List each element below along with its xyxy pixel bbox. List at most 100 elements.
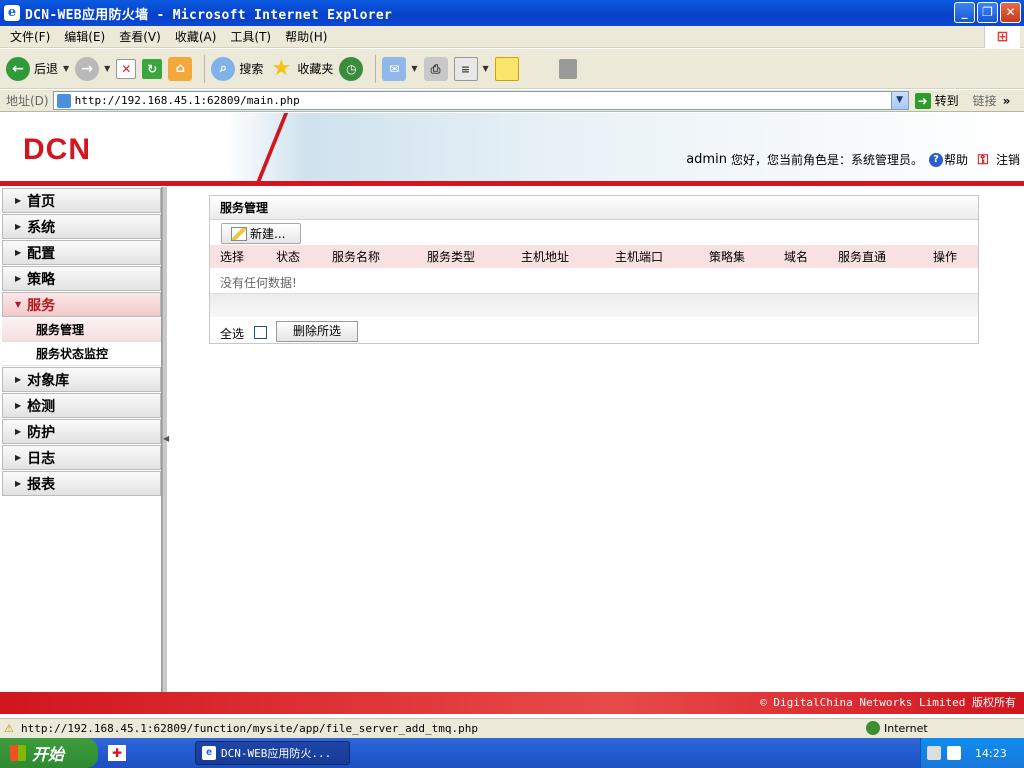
header-swoosh	[197, 113, 297, 181]
close-button[interactable]: ✕	[1000, 2, 1021, 23]
table-header: 选择 状态 服务名称 服务类型 主机地址 主机端口 策略集 域名 服务直通 操作	[210, 245, 978, 268]
forward-dropdown-icon[interactable]: ▼	[104, 64, 110, 73]
help-link[interactable]: 帮助	[944, 151, 968, 168]
windows-logo-icon: ⊞	[984, 26, 1020, 48]
links-label[interactable]: 链接	[973, 92, 997, 109]
taskbar-ie-window[interactable]: e DCN-WEB应用防火...	[195, 741, 350, 765]
forward-arrow-icon: →	[75, 56, 100, 81]
column-header: 状态	[276, 250, 301, 264]
sidebar-item-policy[interactable]: ▶ 策略	[2, 266, 161, 291]
help-icon[interactable]: ?	[928, 152, 943, 167]
zone-label: Internet	[884, 721, 928, 735]
toolbar: ← 后退 ▼ → ▼ ✕ ↻ ⌂ ⌕ 搜索 ★ 收藏夹 ◷ ✉ ▼ ⎙ ≡ ▼	[0, 49, 1024, 89]
quicklaunch-dcn-icon[interactable]: ✚	[108, 745, 126, 761]
select-all-label: 全选	[220, 327, 245, 341]
stop-icon: ✕	[116, 58, 137, 79]
stop-button[interactable]: ✕	[116, 58, 137, 79]
delete-selected-button[interactable]: 删除所选	[276, 321, 358, 342]
tray-dcn-icon[interactable]	[947, 746, 961, 760]
home-button[interactable]: ⌂	[168, 56, 193, 81]
mail-button[interactable]: ✉ ▼	[382, 56, 418, 81]
print-button[interactable]: ⎙	[423, 56, 448, 81]
menu-edit[interactable]: 编辑(E)	[57, 28, 112, 45]
menu-view[interactable]: 查看(V)	[112, 28, 168, 45]
sidebar-item-config[interactable]: ▶ 配置	[2, 240, 161, 265]
page-icon	[56, 93, 71, 108]
menu-bar: 文件(F) 编辑(E) 查看(V) 收藏(A) 工具(T) 帮助(H) ⊞	[0, 26, 1024, 48]
sidebar-item-log[interactable]: ▶ 日志	[2, 445, 161, 470]
forward-button[interactable]: → ▼	[75, 56, 110, 81]
windows-flag-icon	[10, 745, 26, 761]
network-icon[interactable]	[927, 746, 941, 760]
sidebar-item-detection[interactable]: ▶ 检测	[2, 393, 161, 418]
go-arrow-icon: ➜	[914, 92, 931, 109]
column-header: 策略集	[709, 250, 746, 264]
clock[interactable]: 14:23	[975, 747, 1007, 760]
sidebar-subitem-service-management[interactable]: 服务管理	[2, 318, 161, 342]
favorites-button[interactable]: ★ 收藏夹	[269, 56, 334, 81]
edit-pencil-icon	[231, 226, 247, 241]
search-button[interactable]: ⌕ 搜索	[211, 56, 263, 81]
favorites-label: 收藏夹	[297, 62, 334, 76]
edit-button[interactable]: ≡ ▼	[453, 56, 489, 81]
sidebar-item-label: 防护	[27, 424, 56, 441]
logout-key-icon[interactable]: ⚿	[974, 152, 992, 168]
home-icon: ⌂	[168, 56, 193, 81]
back-arrow-icon: ←	[6, 56, 30, 81]
sidebar-item-system[interactable]: ▶ 系统	[2, 214, 161, 239]
expand-arrow-icon: ▶	[15, 222, 22, 231]
globe-icon	[866, 721, 880, 735]
menu-help[interactable]: 帮助(H)	[278, 28, 334, 45]
new-button[interactable]: 新建...	[221, 223, 301, 244]
window-controls: _ ❐ ✕	[954, 2, 1021, 23]
column-header: 域名	[784, 250, 809, 264]
sidebar: ▶ 首页 ▶ 系统 ▶ 配置 ▶ 策略 ▼ 服务 服务管理 服务状态监控 ▶ 对象库 ▶ 检测…	[2, 187, 162, 692]
history-button[interactable]: ◷	[339, 56, 364, 81]
go-label: 转到	[934, 94, 959, 108]
column-header: 服务类型	[427, 250, 476, 264]
window-title: DCN-WEB应用防火墙 - Microsoft Internet Explor…	[25, 7, 393, 23]
role-greeting: 您好，您当前角色是：系统管理员。	[730, 153, 923, 167]
service-management-panel: 服务管理 新建... 选择 状态 服务名称 服务类型 主机地址 主机端口 策略集…	[209, 195, 979, 344]
sidebar-item-service[interactable]: ▼ 服务	[2, 292, 161, 317]
sidebar-item-home[interactable]: ▶ 首页	[2, 188, 161, 213]
select-all-checkbox[interactable]	[254, 326, 267, 339]
collapse-handle-icon[interactable]: ◀	[163, 419, 169, 459]
address-url[interactable]: http://192.168.45.1:62809/main.php	[75, 94, 300, 107]
back-button[interactable]: ← 后退 ▼	[6, 56, 69, 81]
go-button[interactable]: ➜ 转到	[914, 92, 959, 109]
menu-tools[interactable]: 工具(T)	[223, 28, 278, 45]
menu-file[interactable]: 文件(F)	[3, 28, 57, 45]
edit-dropdown-icon[interactable]: ▼	[483, 64, 489, 73]
sidebar-item-protection[interactable]: ▶ 防护	[2, 419, 161, 444]
sidebar-item-object-library[interactable]: ▶ 对象库	[2, 367, 161, 392]
minimize-button[interactable]: _	[954, 2, 975, 23]
sidebar-subitem-service-monitor[interactable]: 服务状态监控	[2, 342, 161, 366]
restore-button[interactable]: ❐	[977, 2, 998, 23]
status-url: http://192.168.45.1:62809/function/mysit…	[21, 722, 478, 735]
back-dropdown-icon[interactable]: ▼	[63, 64, 69, 73]
back-label: 后退	[34, 62, 59, 76]
column-header: 服务直通	[838, 250, 887, 264]
column-header: 服务名称	[332, 250, 381, 264]
address-input[interactable]: http://192.168.45.1:62809/main.php ▼	[52, 91, 909, 110]
logout-link[interactable]: 注销	[996, 151, 1020, 168]
collapse-arrow-icon: ▼	[15, 300, 22, 309]
refresh-button[interactable]: ↻	[142, 58, 163, 79]
messenger-icon	[558, 58, 577, 79]
sidebar-item-label: 系统	[27, 219, 56, 236]
address-dropdown-icon[interactable]: ▼	[890, 92, 908, 109]
mail-dropdown-icon[interactable]: ▼	[411, 64, 417, 73]
column-header: 主机地址	[521, 250, 570, 264]
messenger-button[interactable]	[558, 58, 577, 79]
sidebar-splitter[interactable]: ◀	[162, 187, 169, 692]
discuss-button[interactable]	[494, 56, 519, 81]
start-button[interactable]: 开始	[0, 738, 98, 768]
sidebar-item-report[interactable]: ▶ 报表	[2, 471, 161, 496]
address-label: 地址(D)	[6, 94, 49, 108]
links-chevron-icon[interactable]: »	[1003, 94, 1011, 108]
menu-favorites[interactable]: 收藏(A)	[168, 28, 224, 45]
page-header: DCN admin 您好，您当前角色是：系统管理员。 ? 帮助 ⚿ 注销	[0, 113, 1024, 186]
mail-icon: ✉	[382, 56, 407, 81]
expand-arrow-icon: ▶	[15, 375, 22, 384]
